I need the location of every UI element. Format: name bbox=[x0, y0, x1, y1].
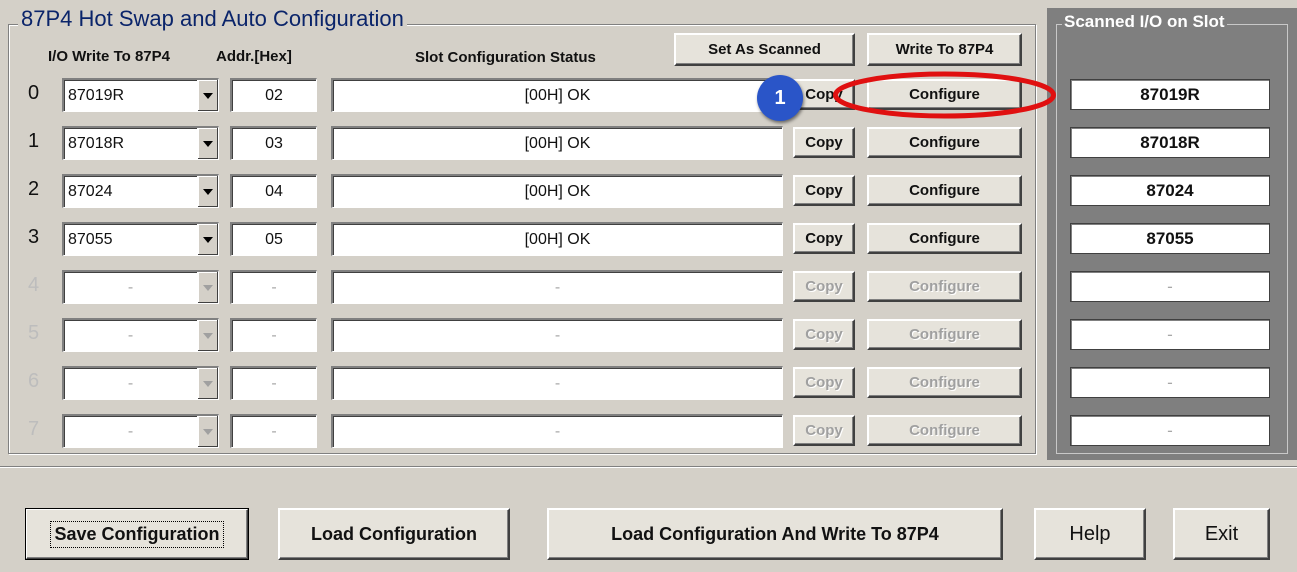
copy-button[interactable]: Copy bbox=[793, 127, 855, 158]
step-badge: 1 bbox=[757, 75, 803, 121]
exit-button[interactable]: Exit bbox=[1173, 508, 1270, 560]
slot-number: 4 bbox=[28, 274, 40, 296]
chevron-down-icon[interactable] bbox=[197, 320, 218, 351]
col-header-io: I/O Write To 87P4 bbox=[48, 48, 170, 65]
configure-button[interactable]: Configure bbox=[867, 271, 1022, 302]
slot-number: 1 bbox=[28, 130, 40, 152]
slot-status-field: - bbox=[331, 318, 783, 352]
scanned-module-field: - bbox=[1070, 367, 1270, 398]
scanned-module-field: 87018R bbox=[1070, 127, 1270, 158]
slot-number: 0 bbox=[28, 82, 40, 104]
address-field[interactable]: 02 bbox=[230, 78, 317, 112]
address-field[interactable]: 05 bbox=[230, 222, 317, 256]
address-field[interactable]: 04 bbox=[230, 174, 317, 208]
chevron-down-icon[interactable] bbox=[197, 176, 218, 207]
configure-button[interactable]: Configure bbox=[867, 79, 1022, 110]
configure-button[interactable]: Configure bbox=[867, 319, 1022, 350]
chevron-down-icon[interactable] bbox=[197, 416, 218, 447]
copy-button[interactable]: Copy bbox=[793, 223, 855, 254]
module-select[interactable]: - bbox=[62, 270, 219, 304]
copy-button[interactable]: Copy bbox=[793, 319, 855, 350]
module-select-value: 87018R bbox=[68, 134, 125, 152]
module-select[interactable]: 87018R bbox=[62, 126, 219, 160]
scanned-module-field: 87019R bbox=[1070, 79, 1270, 110]
col-header-addr: Addr.[Hex] bbox=[216, 48, 292, 65]
save-configuration-label: Save Configuration bbox=[50, 520, 224, 548]
scanned-io-title: Scanned I/O on Slot bbox=[1062, 12, 1227, 32]
address-field[interactable]: - bbox=[230, 270, 317, 304]
module-select-value: - bbox=[127, 326, 134, 344]
configure-button[interactable]: Configure bbox=[867, 415, 1022, 446]
chevron-down-icon[interactable] bbox=[197, 272, 218, 303]
slot-status-field: - bbox=[331, 366, 783, 400]
module-select-value: - bbox=[127, 374, 134, 392]
module-select-value: - bbox=[127, 278, 134, 296]
address-field[interactable]: - bbox=[230, 414, 317, 448]
module-select[interactable]: 87055 bbox=[62, 222, 219, 256]
configure-button[interactable]: Configure bbox=[867, 367, 1022, 398]
slot-status-field: - bbox=[331, 414, 783, 448]
copy-button[interactable]: Copy bbox=[793, 175, 855, 206]
slot-number: 3 bbox=[28, 226, 40, 248]
module-select[interactable]: - bbox=[62, 318, 219, 352]
slot-status-field: [00H] OK bbox=[331, 126, 783, 160]
slot-number: 7 bbox=[28, 418, 40, 440]
copy-button[interactable]: Copy bbox=[793, 415, 855, 446]
module-select-value: 87019R bbox=[68, 86, 125, 104]
save-configuration-button[interactable]: Save Configuration bbox=[25, 508, 249, 560]
scanned-module-field: - bbox=[1070, 319, 1270, 350]
separator bbox=[0, 466, 1297, 468]
scanned-module-field: - bbox=[1070, 415, 1270, 446]
copy-button[interactable]: Copy bbox=[793, 271, 855, 302]
chevron-down-icon[interactable] bbox=[197, 224, 218, 255]
load-configuration-and-write-button[interactable]: Load Configuration And Write To 87P4 bbox=[547, 508, 1003, 560]
module-select-value: 87024 bbox=[68, 182, 113, 200]
module-select[interactable]: 87024 bbox=[62, 174, 219, 208]
slot-status-field: [00H] OK bbox=[331, 174, 783, 208]
module-select-value: - bbox=[127, 422, 134, 440]
load-configuration-button[interactable]: Load Configuration bbox=[278, 508, 510, 560]
scanned-module-field: 87024 bbox=[1070, 175, 1270, 206]
help-button[interactable]: Help bbox=[1034, 508, 1146, 560]
slot-number: 5 bbox=[28, 322, 40, 344]
slot-status-field: [00H] OK bbox=[331, 222, 783, 256]
address-field[interactable]: - bbox=[230, 366, 317, 400]
chevron-down-icon[interactable] bbox=[197, 80, 218, 111]
scanned-module-field: 87055 bbox=[1070, 223, 1270, 254]
module-select[interactable]: 87019R bbox=[62, 78, 219, 112]
set-as-scanned-button[interactable]: Set As Scanned bbox=[674, 33, 855, 66]
write-to-87p4-button[interactable]: Write To 87P4 bbox=[867, 33, 1022, 66]
module-select-value: 87055 bbox=[68, 230, 113, 248]
configure-button[interactable]: Configure bbox=[867, 175, 1022, 206]
slot-number: 6 bbox=[28, 370, 40, 392]
module-select[interactable]: - bbox=[62, 414, 219, 448]
slot-status-field: - bbox=[331, 270, 783, 304]
address-field[interactable]: - bbox=[230, 318, 317, 352]
module-select[interactable]: - bbox=[62, 366, 219, 400]
col-header-status: Slot Configuration Status bbox=[415, 49, 596, 66]
configure-button[interactable]: Configure bbox=[867, 127, 1022, 158]
chevron-down-icon[interactable] bbox=[197, 128, 218, 159]
scanned-module-field: - bbox=[1070, 271, 1270, 302]
slot-status-field: [00H] OK bbox=[331, 78, 783, 112]
group-title: 87P4 Hot Swap and Auto Configuration bbox=[18, 6, 407, 32]
chevron-down-icon[interactable] bbox=[197, 368, 218, 399]
slot-number: 2 bbox=[28, 178, 40, 200]
configure-button[interactable]: Configure bbox=[867, 223, 1022, 254]
address-field[interactable]: 03 bbox=[230, 126, 317, 160]
copy-button[interactable]: Copy bbox=[793, 367, 855, 398]
